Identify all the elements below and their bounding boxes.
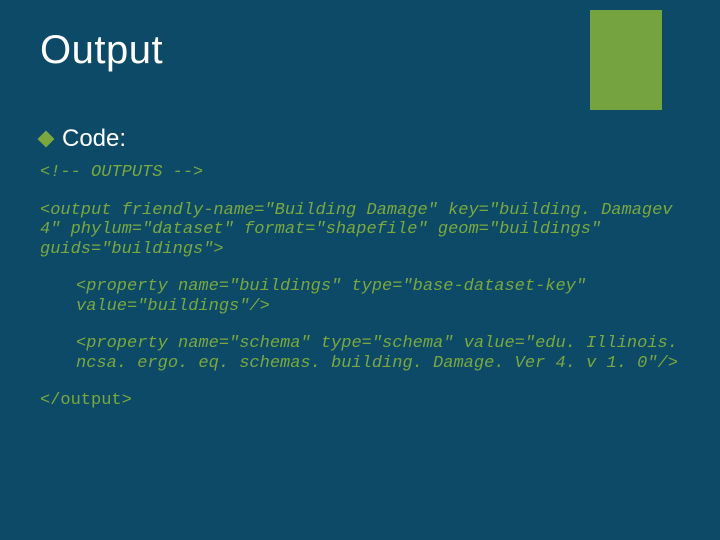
bullet-row: Code: <box>40 125 680 153</box>
slide: Output Code: <!-- OUTPUTS --> <output fr… <box>0 0 720 540</box>
code-block: <!-- OUTPUTS --> <output friendly-name="… <box>40 163 680 411</box>
code-line-3: <property name="buildings" type="base-da… <box>40 277 680 316</box>
code-line-2: <output friendly-name="Building Damage" … <box>40 201 680 260</box>
code-line-5: </output> <box>40 391 680 411</box>
bullet-diamond-icon <box>38 131 55 148</box>
slide-title: Output <box>40 28 680 73</box>
code-line-1: <!-- OUTPUTS --> <box>40 163 680 183</box>
accent-decoration <box>590 10 662 110</box>
code-line-4: <property name="schema" type="schema" va… <box>40 334 680 373</box>
bullet-label: Code: <box>62 125 126 153</box>
